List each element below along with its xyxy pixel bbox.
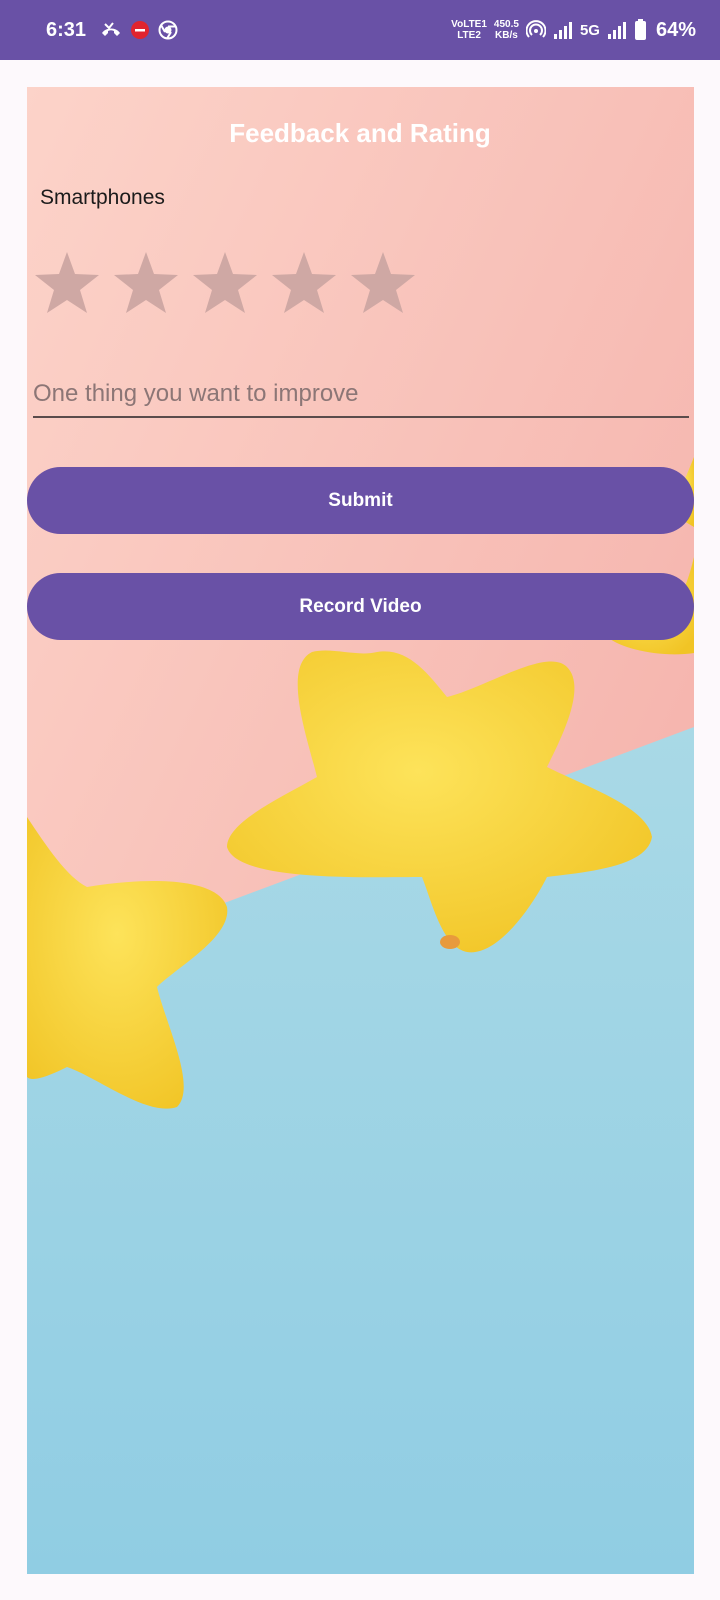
do-not-disturb-icon [130,20,150,40]
rating-star-5[interactable] [349,250,417,316]
category-label: Smartphones [40,186,165,209]
submit-button[interactable]: Submit [27,467,694,534]
rating-star-1[interactable] [33,250,101,316]
battery-level: 64% [655,18,696,41]
rating-star-2[interactable] [112,250,180,316]
signal-icon [553,21,573,39]
record-video-button[interactable]: Record Video [27,573,694,640]
rating-star-4[interactable] [270,250,338,316]
network-speed: 450.5 KB/s [493,19,519,41]
battery-icon [634,19,647,41]
hotspot-icon [525,20,546,40]
improve-field [33,372,689,418]
status-right: VoLTE1 LTE2 450.5 KB/s 5G 64% [451,19,696,42]
rating-bar[interactable] [33,250,417,316]
chrome-icon [158,20,178,40]
status-time: 6:31 [46,18,87,41]
improve-input[interactable] [33,372,689,418]
notification-icons [100,20,178,40]
rating-star-3[interactable] [191,250,259,316]
status-bar: 6:31 VoLTE1 LTE2 450.5 KB/s 5G 64% [0,0,720,60]
page-title: Feedback and Rating [229,118,491,148]
volte-indicator: VoLTE1 LTE2 [451,19,487,41]
signal-icon-2 [607,21,627,39]
network-type: 5G [579,21,600,39]
missed-call-icon [100,21,122,39]
